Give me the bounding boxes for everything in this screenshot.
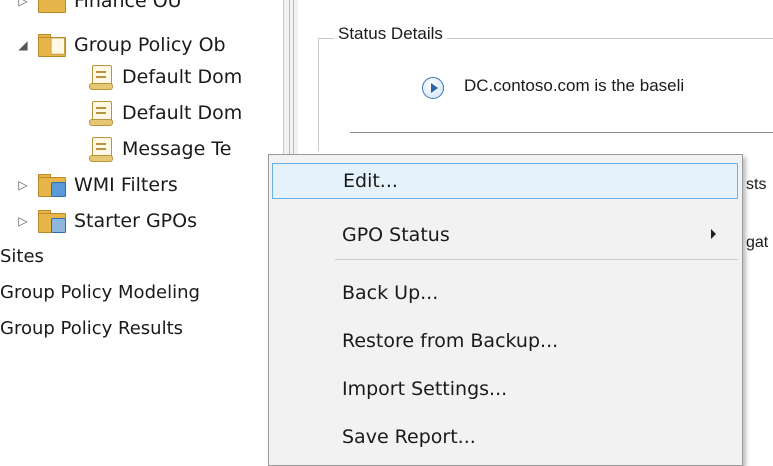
menu-item-label: Save Report... — [342, 426, 476, 448]
context-menu: Edit... GPO Status Back Up... Restore fr… — [268, 154, 743, 466]
tree-node-label: Finance OU — [74, 0, 182, 12]
menu-item-edit[interactable]: Edit... — [272, 163, 738, 199]
console-tree: ▷ Finance OU ◢ Group Policy Ob Default D… — [0, 0, 283, 457]
menu-item-label: GPO Status — [342, 224, 450, 246]
tree-node-label: Default Dom — [122, 66, 243, 88]
menu-item-label: Import Settings... — [342, 378, 508, 400]
submenu-arrow-icon — [711, 229, 716, 239]
menu-separator — [335, 259, 738, 260]
tree-node-starter-gpos[interactable]: ▷ Starter GPOs — [16, 204, 197, 238]
menu-item-restore-from-backup[interactable]: Restore from Backup... — [272, 323, 738, 359]
status-message: DC.contoso.com is the baseli — [464, 76, 685, 95]
folder-icon — [36, 0, 66, 13]
menu-item-label: Restore from Backup... — [342, 330, 559, 352]
tree-node-label: Default Dom — [122, 102, 243, 124]
gpo-icon — [88, 64, 114, 90]
tree-node-label: Starter GPOs — [74, 210, 197, 232]
gpo-icon — [88, 100, 114, 126]
collapse-arrow-icon[interactable]: ◢ — [16, 38, 30, 52]
expand-arrow-icon[interactable]: ▷ — [16, 214, 30, 228]
tree-node-gpo-default-domain-2[interactable]: Default Dom — [88, 96, 242, 130]
details-text-peek-1: sts — [746, 176, 767, 193]
gpo-icon — [88, 136, 114, 162]
tree-node-group-policy-modeling[interactable]: Group Policy Modeling — [0, 282, 200, 303]
menu-item-save-report[interactable]: Save Report... — [272, 419, 738, 455]
details-text-peek-2: gat — [746, 234, 769, 251]
tree-node-gpo-message-text[interactable]: Message Te — [88, 132, 231, 166]
starter-gpo-folder-icon — [36, 209, 66, 233]
tree-node-finance-ou[interactable]: ▷ Finance OU — [16, 0, 182, 18]
tree-node-label: Group Policy Ob — [74, 34, 226, 56]
expand-arrow-icon[interactable]: ▷ — [16, 0, 30, 8]
tree-node-group-policy-results[interactable]: Group Policy Results — [0, 318, 183, 339]
gpo-folder-icon — [36, 33, 66, 57]
menu-item-label: Edit... — [343, 170, 398, 192]
tree-node-gpo-default-domain-1[interactable]: Default Dom — [88, 60, 242, 94]
tree-node-wmi-filters[interactable]: ▷ WMI Filters — [16, 168, 178, 202]
menu-item-back-up[interactable]: Back Up... — [272, 275, 738, 311]
expand-arrow-icon[interactable]: ▷ — [16, 178, 30, 192]
info-arrow-icon — [422, 77, 444, 99]
tree-node-label: WMI Filters — [74, 174, 178, 196]
tree-node-sites[interactable]: Sites — [0, 246, 44, 267]
wmi-folder-icon — [36, 173, 66, 197]
menu-item-import-settings[interactable]: Import Settings... — [272, 371, 738, 407]
menu-item-gpo-status[interactable]: GPO Status — [272, 217, 738, 253]
tree-node-label: Message Te — [122, 138, 232, 160]
menu-item-label: Back Up... — [342, 282, 439, 304]
tree-node-group-policy-objects[interactable]: ◢ Group Policy Ob — [16, 28, 226, 62]
status-details-title: Status Details — [334, 24, 447, 44]
divider — [350, 132, 773, 133]
